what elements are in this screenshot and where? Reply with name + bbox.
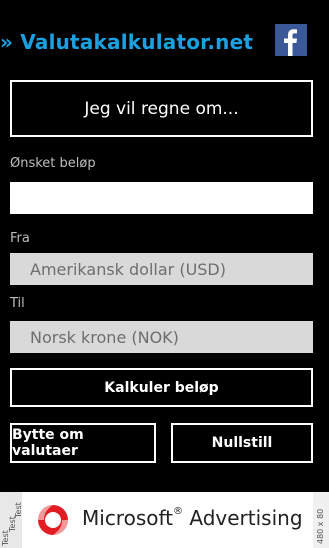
ad-trademark: ® [173, 506, 184, 517]
facebook-icon[interactable] [275, 24, 307, 56]
ad-test-label: Test [14, 502, 22, 518]
ad-test-label: Test [1, 530, 10, 546]
amount-label: Ønsket beløp [10, 156, 96, 171]
to-currency-value: Norsk krone (NOK) [30, 327, 179, 347]
ad-test-strip: Test Test Test [0, 492, 22, 548]
to-currency-select[interactable]: Norsk krone (NOK) [10, 321, 313, 353]
app-header: » Valutakalkulator.net [0, 24, 329, 64]
ad-size-label: 480 x 80 [316, 508, 325, 544]
ad-brand-text: Microsoft® Advertising [82, 506, 303, 530]
from-label: Fra [10, 231, 30, 246]
from-currency-value: Amerikansk dollar (USD) [30, 259, 226, 279]
from-currency-select[interactable]: Amerikansk dollar (USD) [10, 253, 313, 285]
ad-test-label: Test [8, 516, 17, 532]
to-label: Til [10, 296, 25, 311]
amount-input[interactable] [10, 182, 313, 214]
ad-banner[interactable]: Test Test Test Microsoft® Advertising 48… [0, 492, 329, 548]
calculate-button[interactable]: Kalkuler beløp [10, 368, 313, 407]
ad-brand: Microsoft [82, 506, 174, 530]
ad-product: Advertising [189, 506, 303, 530]
app-title: » Valutakalkulator.net [0, 30, 254, 54]
microsoft-advertising-logo-icon [38, 505, 68, 535]
swap-currencies-button[interactable]: Bytte om valutaer [10, 423, 156, 463]
reset-button[interactable]: Nullstill [171, 423, 313, 463]
facebook-f-glyph [284, 29, 297, 56]
ad-size-strip: 480 x 80 [313, 492, 329, 548]
convert-mode-button[interactable]: Jeg vil regne om... [10, 80, 313, 137]
